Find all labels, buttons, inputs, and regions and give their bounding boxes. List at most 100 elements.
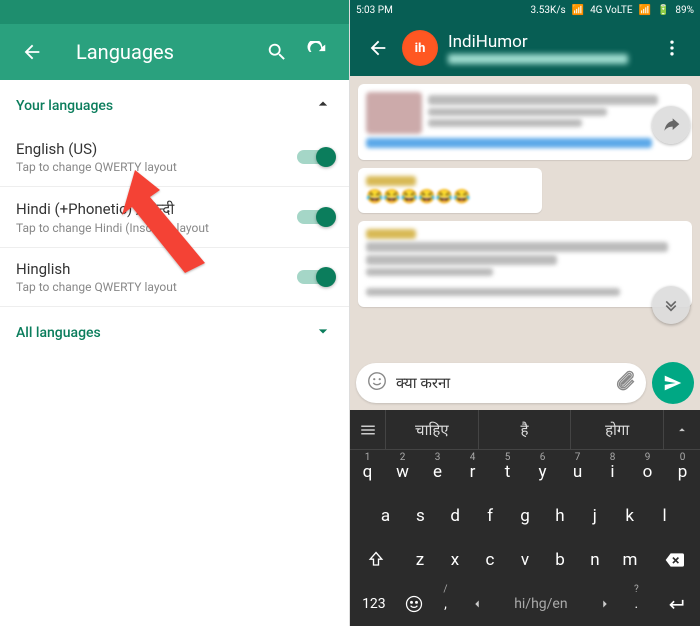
key-i[interactable]: 8i [595,450,630,494]
lang-name: Hinglish [16,260,297,278]
language-row-english[interactable]: English (US) Tap to change QWERTY layout [0,128,349,187]
key-d[interactable]: d [438,494,473,538]
battery-icon: 🔋 [657,5,669,16]
suggestion-row: चाहिए है होगा [350,410,700,450]
send-button[interactable] [652,362,694,404]
message-text: क्या करना [396,373,606,393]
lang-sub: Tap to change Hindi (Inscript) layout [16,221,297,235]
key-j[interactable]: j [577,494,612,538]
key-l[interactable]: l [647,494,682,538]
chat-subtitle [448,54,628,64]
more-icon[interactable] [652,28,692,68]
message-bubble[interactable] [358,221,692,307]
chevron-up-icon [313,94,333,118]
refresh-icon[interactable] [297,32,337,72]
suggestion-menu-icon[interactable] [350,410,386,449]
key-f[interactable]: f [473,494,508,538]
comma-key[interactable]: /, [430,582,462,626]
back-icon[interactable] [358,28,398,68]
forward-fab[interactable] [652,106,690,144]
key-row-a: asdfghjkl [350,494,700,538]
message-bubble[interactable]: 😂😂😂😂😂😂 [358,168,542,213]
status-time: 5:03 PM [356,5,393,16]
key-v[interactable]: v [508,538,543,582]
chat-title-block[interactable]: IndiHumor [448,32,652,64]
toggle-english[interactable] [297,150,333,164]
key-k[interactable]: k [612,494,647,538]
key-p[interactable]: 0p [665,450,700,494]
signal-icon: 📶 [639,5,651,16]
key-m[interactable]: m [613,538,648,582]
key-h[interactable]: h [542,494,577,538]
section-label: All languages [16,325,101,341]
key-n[interactable]: n [578,538,613,582]
scroll-down-fab[interactable] [652,286,690,324]
emoji-icon[interactable] [366,370,388,396]
message-input-row: क्या करना [350,356,700,410]
chat-appbar: ih IndiHumor [350,20,700,76]
key-r[interactable]: 4r [455,450,490,494]
key-a[interactable]: a [368,494,403,538]
key-row-q: 1q2w3e4r5t6y7u8i9o0p [350,450,700,494]
chevron-down-icon [313,321,333,345]
chat-body[interactable]: 😂😂😂😂😂😂 [350,76,700,356]
key-o[interactable]: 9o [630,450,665,494]
key-row-z: zxcvbnm [350,538,700,582]
chat-title: IndiHumor [448,32,652,52]
suggestion[interactable]: है [479,410,572,449]
space-key[interactable]: hi/hg/en [493,582,588,626]
lang-prev-key[interactable] [461,582,493,626]
all-languages-header[interactable]: All languages [0,307,349,355]
language-row-hinglish[interactable]: Hinglish Tap to change QWERTY layout [0,248,349,307]
suggestion-expand-icon[interactable] [664,410,700,449]
key-q[interactable]: 1q [350,450,385,494]
toggle-hinglish[interactable] [297,270,333,284]
emoji-key[interactable] [398,582,430,626]
suggestion[interactable]: चाहिए [386,410,479,449]
shift-key[interactable] [350,538,403,582]
suggestion[interactable]: होगा [571,410,664,449]
avatar[interactable]: ih [402,30,438,66]
thumbnail [366,92,422,134]
back-icon[interactable] [12,32,52,72]
key-g[interactable]: g [508,494,543,538]
key-c[interactable]: c [473,538,508,582]
toggle-hindi[interactable] [297,210,333,224]
message-input[interactable]: क्या करना [356,363,646,403]
key-u[interactable]: 7u [560,450,595,494]
backspace-key[interactable] [648,538,700,582]
section-label: Your languages [16,98,113,114]
lang-sub: Tap to change QWERTY layout [16,280,297,294]
whatsapp-chat-screen: 5:03 PM 3.53K/s 📶 4G VoLTE 📶 🔋 89% ih In… [350,0,700,626]
status-net: 3.53K/s [531,5,566,16]
lang-next-key[interactable] [589,582,621,626]
mode-key[interactable]: 123 [350,582,398,626]
signal-icon: 📶 [572,5,584,16]
key-w[interactable]: 2w [385,450,420,494]
lang-name: Hindi (+Phonetic) / हिन्दी [16,199,297,219]
languages-settings-screen: Languages Your languages English (US) Ta… [0,0,350,626]
enter-key[interactable] [652,582,700,626]
search-icon[interactable] [257,32,297,72]
lang-name: English (US) [16,140,297,158]
page-title: Languages [76,40,257,64]
your-languages-header[interactable]: Your languages [0,80,349,128]
keyboard: चाहिए है होगा 1q2w3e4r5t6y7u8i9o0p asdfg… [350,410,700,626]
period-key[interactable]: ?. [620,582,652,626]
message-bubble[interactable] [358,84,692,160]
key-t[interactable]: 5t [490,450,525,494]
key-s[interactable]: s [403,494,438,538]
appbar: Languages [0,24,349,80]
attach-icon[interactable] [614,370,636,396]
key-row-bottom: 123 /, hi/hg/en ?. [350,582,700,626]
status-bar [0,0,349,24]
key-b[interactable]: b [543,538,578,582]
language-row-hindi[interactable]: Hindi (+Phonetic) / हिन्दी Tap to change… [0,187,349,248]
key-y[interactable]: 6y [525,450,560,494]
key-z[interactable]: z [403,538,438,582]
lang-sub: Tap to change QWERTY layout [16,160,297,174]
key-x[interactable]: x [438,538,473,582]
key-e[interactable]: 3e [420,450,455,494]
status-sig: 4G VoLTE [590,5,632,16]
status-bar: 5:03 PM 3.53K/s 📶 4G VoLTE 📶 🔋 89% [350,0,700,20]
